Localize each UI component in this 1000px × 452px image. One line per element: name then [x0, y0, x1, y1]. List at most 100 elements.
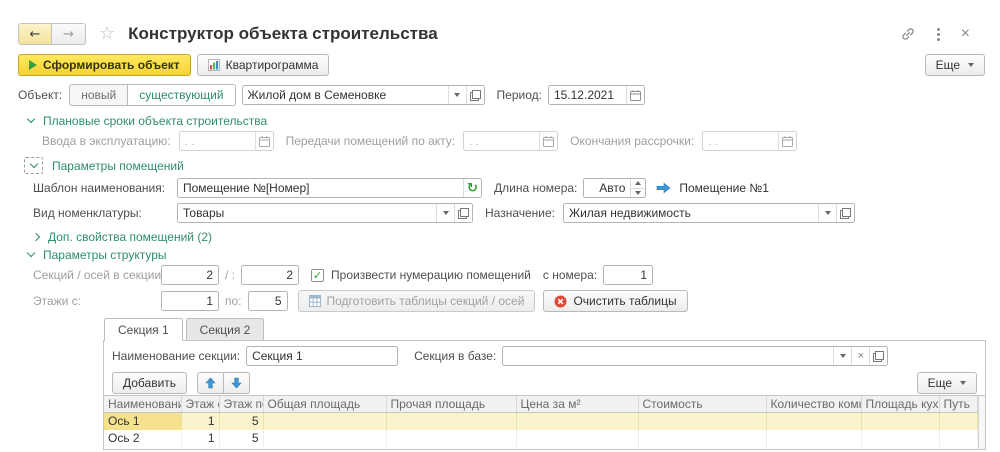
clear-x-icon[interactable]: ×: [851, 347, 869, 365]
section-base-combobox[interactable]: ×: [502, 346, 888, 366]
back-button[interactable]: ←: [18, 23, 52, 45]
price-cell[interactable]: [516, 413, 638, 430]
choose-from-list-icon[interactable]: [869, 347, 887, 365]
col-kitchen-area[interactable]: Площадь кухни: [861, 396, 939, 413]
name-template-input[interactable]: Помещение №[Номер] ↻: [177, 178, 482, 198]
clear-tables-button[interactable]: Очистить таблицы: [543, 290, 687, 312]
choose-from-list-icon[interactable]: [454, 204, 472, 222]
dropdown-arrow-icon[interactable]: [818, 204, 836, 222]
tab-section-2[interactable]: Секция 2: [186, 318, 265, 340]
col-floor-from[interactable]: Этаж с: [181, 396, 219, 413]
floors-row: Этажи с: 1 по: 5 Подготовить таблицы сек…: [33, 290, 985, 312]
period-date-input[interactable]: 15.12.2021: [548, 85, 645, 105]
rooms-cell[interactable]: [766, 430, 861, 447]
vertical-scrollbar[interactable]: [978, 396, 985, 449]
calendar-icon[interactable]: [626, 86, 644, 104]
move-up-button[interactable]: [197, 372, 224, 394]
axis-name-cell[interactable]: Ось 2: [104, 430, 181, 447]
floor-to-input[interactable]: 5: [248, 291, 288, 311]
numbering-checkbox[interactable]: ✓: [311, 269, 324, 282]
construction-object-constructor-window: ← → ☆ Конструктор объекта строительства …: [0, 22, 1000, 452]
section-name-input[interactable]: Секция 1: [246, 346, 398, 366]
purpose-combobox[interactable]: Жилая недвижимость: [563, 203, 855, 223]
kitchen-cell[interactable]: [861, 430, 939, 447]
axes-table[interactable]: Наименование оси Этаж с Этаж по Общая пл…: [104, 396, 978, 447]
section-header-premises[interactable]: Параметры помещений: [24, 157, 1000, 174]
nomenclature-row: Вид номенклатуры: Товары Назначение: Жил…: [33, 203, 985, 223]
prepare-tables-button[interactable]: Подготовить таблицы секций / осей: [298, 290, 536, 312]
spin-down-icon[interactable]: [631, 188, 645, 198]
calendar-icon[interactable]: [539, 132, 557, 150]
floor-from-cell[interactable]: 1: [181, 430, 219, 447]
collapse-focus-box[interactable]: [24, 157, 43, 174]
calendar-icon[interactable]: [778, 132, 796, 150]
grid-header-row: Наименование оси Этаж с Этаж по Общая пл…: [104, 396, 978, 413]
choose-from-list-icon[interactable]: [836, 204, 854, 222]
choose-from-list-icon[interactable]: [466, 86, 484, 104]
dropdown-arrow-icon[interactable]: [436, 204, 454, 222]
close-icon[interactable]: ×: [961, 26, 970, 42]
floor-to-cell[interactable]: 5: [219, 413, 263, 430]
forward-button[interactable]: →: [52, 23, 86, 45]
cost-cell[interactable]: [638, 413, 766, 430]
path-cell[interactable]: [939, 413, 978, 430]
kitchen-cell[interactable]: [861, 413, 939, 430]
object-row: Объект: новый существующий Жилой дом в С…: [18, 84, 985, 106]
handover-date-input[interactable]: . .: [463, 131, 558, 151]
move-down-button[interactable]: [224, 372, 250, 394]
object-type-toggle-existing[interactable]: существующий: [128, 84, 235, 106]
nomenclature-combobox[interactable]: Товары: [177, 203, 473, 223]
col-other-area[interactable]: Прочая площадь: [386, 396, 516, 413]
path-cell[interactable]: [939, 430, 978, 447]
dropdown-arrow-icon[interactable]: [448, 86, 466, 104]
section-header-planned-dates[interactable]: Плановые сроки объекта строительства: [28, 114, 1000, 127]
total-area-cell[interactable]: [263, 430, 386, 447]
spin-up-icon[interactable]: [631, 179, 645, 188]
floor-from-cell[interactable]: 1: [181, 413, 219, 430]
more-button-top[interactable]: Еще: [925, 54, 985, 76]
refresh-icon[interactable]: ↻: [463, 179, 481, 197]
other-area-cell[interactable]: [386, 413, 516, 430]
add-row-button[interactable]: Добавить: [112, 372, 187, 394]
more-button-grid[interactable]: Еще: [917, 372, 977, 394]
installment-date-input[interactable]: . .: [702, 131, 797, 151]
price-cell[interactable]: [516, 430, 638, 447]
col-total-area[interactable]: Общая площадь: [263, 396, 386, 413]
kvartirogramma-button[interactable]: Квартирограмма: [197, 54, 330, 76]
calendar-icon[interactable]: [255, 132, 273, 150]
table-row[interactable]: Ось 1 1 5: [104, 413, 978, 430]
col-floor-to[interactable]: Этаж по: [219, 396, 263, 413]
navigation-buttons: ← →: [18, 23, 86, 45]
extra-properties-link[interactable]: Доп. свойства помещений (2): [48, 230, 212, 244]
section-name-label: Наименование секции:: [112, 349, 240, 363]
generate-object-button[interactable]: Сформировать объект: [18, 54, 191, 76]
number-length-stepper[interactable]: Авто: [583, 178, 646, 198]
start-number-input[interactable]: 1: [603, 265, 653, 285]
other-area-cell[interactable]: [386, 430, 516, 447]
favorite-star-icon[interactable]: ☆: [99, 25, 115, 43]
total-area-cell[interactable]: [263, 413, 386, 430]
axis-name-cell[interactable]: Ось 1: [104, 413, 181, 430]
col-cost[interactable]: Стоимость: [638, 396, 766, 413]
tab-section-1[interactable]: Секция 1: [104, 318, 183, 341]
commissioning-date-input[interactable]: . .: [179, 131, 274, 151]
axes-count-input[interactable]: 2: [241, 265, 299, 285]
commissioning-label: Ввода в эксплуатацию:: [42, 134, 171, 148]
col-price-per-m2[interactable]: Цена за м²: [516, 396, 638, 413]
rooms-cell[interactable]: [766, 413, 861, 430]
object-type-toggle-new[interactable]: новый: [69, 84, 128, 106]
floor-from-input[interactable]: 1: [161, 291, 219, 311]
cost-cell[interactable]: [638, 430, 766, 447]
table-row[interactable]: Ось 2 1 5: [104, 430, 978, 447]
menu-kebab-icon[interactable]: [935, 26, 942, 43]
arrow-down-icon: [231, 377, 242, 389]
col-path[interactable]: Путь: [939, 396, 978, 413]
col-axis-name[interactable]: Наименование оси: [104, 396, 181, 413]
link-icon[interactable]: [900, 26, 916, 42]
sections-count-input[interactable]: 2: [161, 265, 219, 285]
dropdown-arrow-icon[interactable]: [833, 347, 851, 365]
object-name-combobox[interactable]: Жилой дом в Семеновке: [242, 85, 485, 105]
floor-to-cell[interactable]: 5: [219, 430, 263, 447]
section-header-structure[interactable]: Параметры структуры: [28, 248, 1000, 261]
col-rooms-count[interactable]: Количество комнат: [766, 396, 861, 413]
